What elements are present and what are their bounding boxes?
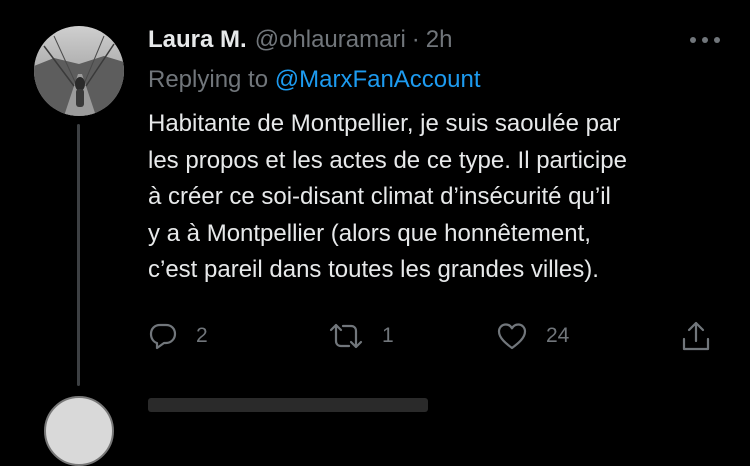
tweet[interactable]: Laura M. @ohlauramari · 2h Replying to @…	[0, 0, 750, 466]
heart-icon	[497, 323, 527, 350]
tweet-text-line: y a à Montpellier (alors que honnêtement…	[148, 219, 591, 247]
replying-to-label: Replying to	[148, 66, 269, 93]
next-reply-avatar[interactable]	[44, 396, 114, 466]
retweet-button[interactable]: 1	[328, 318, 394, 354]
reply-button[interactable]: 2	[148, 318, 208, 354]
tweet-text-line: les propos et les actes de ce type. Il p…	[148, 146, 627, 174]
retweet-icon	[329, 323, 363, 349]
tweet-header: Laura M. @ohlauramari · 2h	[148, 24, 452, 56]
retweet-count: 1	[382, 324, 394, 347]
tweet-text-line: Habitante de Montpellier, je suis saoulé…	[148, 110, 621, 137]
avatar[interactable]	[34, 26, 124, 116]
separator-dot: ·	[411, 26, 420, 53]
author-name[interactable]: Laura M.	[148, 26, 247, 54]
author-handle[interactable]: @ohlauramari	[255, 26, 406, 54]
next-reply-header	[148, 398, 428, 412]
share-button[interactable]	[680, 318, 712, 354]
more-options-button[interactable]	[688, 30, 722, 50]
thread-line	[77, 124, 80, 386]
reply-count: 2	[196, 324, 208, 347]
replying-to: Replying to @MarxFanAccount	[148, 66, 481, 94]
tweet-time[interactable]: 2h	[426, 26, 453, 54]
tweet-text-line: c’est pareil dans toutes les grandes vil…	[148, 256, 599, 283]
like-count: 24	[546, 324, 570, 347]
more-horizontal-icon	[690, 37, 720, 43]
share-icon	[682, 321, 710, 351]
like-button[interactable]: 24	[496, 318, 569, 354]
replying-to-handle[interactable]: @MarxFanAccount	[275, 66, 481, 93]
tweet-text-line: à créer ce soi-disant climat d’insécurit…	[148, 183, 611, 210]
reply-icon	[149, 323, 177, 350]
tweet-text: Habitante de Montpellier, je suis saoulé…	[148, 106, 728, 289]
